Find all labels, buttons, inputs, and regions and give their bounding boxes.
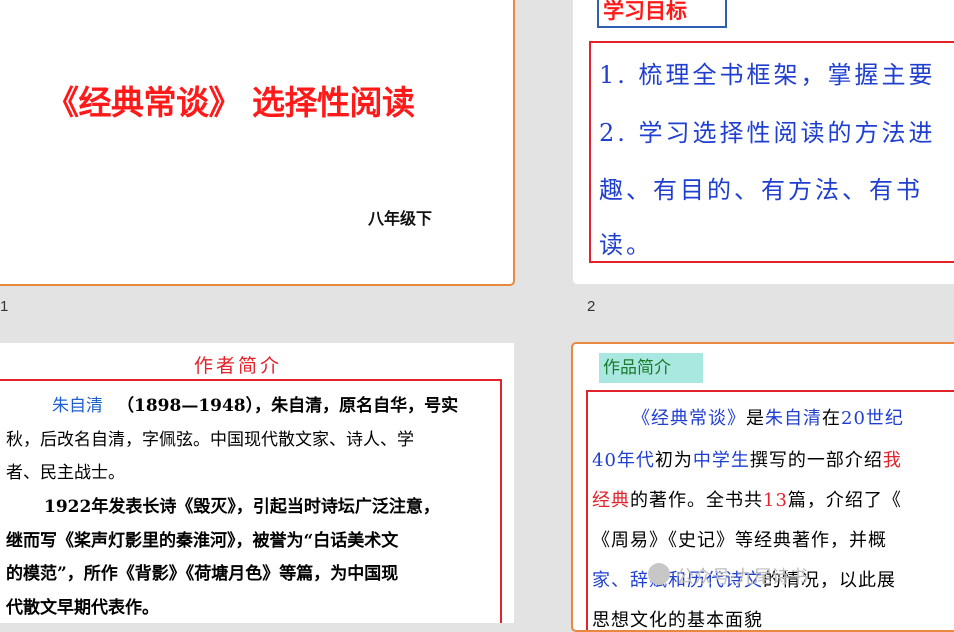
text: 经典 — [592, 490, 630, 511]
work-line: 思想文化的基本面貌 — [592, 610, 763, 631]
work-line: 40年代初为中学生撰写的一部介绍我 — [592, 446, 902, 472]
slide-title: 《经典常谈》 选择性阅读 — [46, 83, 415, 122]
text: 在 — [822, 408, 841, 429]
era: 40年代 — [592, 450, 655, 471]
author-name: 朱自清 — [765, 408, 822, 429]
book-title: 《经典常谈》 — [632, 408, 746, 429]
slide-thumbnail-3[interactable]: 作者简介 朱自清 （1898—1948），朱自清，原名自华，号实 秋，后改名自清，… — [0, 343, 514, 623]
work-line: 经典的著作。全书共13篇，介绍了《 — [592, 486, 902, 512]
objective-line: 1. 梳理全书框架，掌握主要 — [599, 61, 936, 89]
author-line: 代散文早期代表作。 — [6, 598, 159, 618]
author-heading: 作者简介 — [194, 355, 283, 377]
era: 20世纪 — [841, 408, 904, 429]
chapter-count: 13 — [763, 490, 788, 511]
objective-line: 趣、有目的、有方法、有书 — [599, 176, 923, 204]
author-line: 者、民主战士。 — [6, 463, 125, 483]
audience: 中学生 — [692, 450, 750, 471]
text: 初为 — [654, 450, 693, 471]
author-line: 继而写《桨声灯影里的秦淮河》，被誉为“白话美术文 — [6, 531, 399, 551]
author-name: 朱自清 — [52, 396, 103, 416]
text: 撰写的一部介绍 — [749, 450, 883, 471]
work-line: 《经典常谈》是朱自清在20世纪 — [592, 404, 904, 430]
objective-line: 2. 学习选择性阅读的方法进 — [599, 119, 936, 147]
slide-thumbnail-2[interactable]: 学习目标 1. 梳理全书框架，掌握主要 2. 学习选择性阅读的方法进 趣、有目的… — [573, 0, 954, 284]
text: 的著作。全书共 — [630, 490, 763, 511]
work-intro-box: 《经典常谈》是朱自清在20世纪 40年代初为中学生撰写的一部介绍我 经典的著作。… — [586, 390, 954, 631]
text: 是 — [746, 408, 765, 429]
text: 篇，介绍了《 — [787, 490, 902, 511]
text: 我 — [882, 450, 902, 471]
author-text: （1898—1948），朱自清，原名自华，号实 — [117, 396, 459, 416]
watermark: 公众号·九尾诗书 — [676, 567, 808, 588]
slide-number-1: 1 — [0, 298, 9, 315]
slide-thumbnail-1[interactable]: 《经典常谈》 选择性阅读 八年级下 — [0, 0, 515, 286]
objectives-box: 1. 梳理全书框架，掌握主要 2. 学习选择性阅读的方法进 趣、有目的、有方法、… — [589, 41, 954, 263]
slide-subtitle: 八年级下 — [368, 209, 433, 228]
slide-number-2: 2 — [587, 298, 596, 315]
author-line: 的模范”，所作《背影》《荷塘月色》等篇，为中国现 — [6, 564, 399, 584]
work-line: 《周易》《史记》等经典著作，并概 — [592, 530, 887, 551]
author-line: 1922年发表长诗《毁灭》，引起当时诗坛广泛注意， — [44, 497, 440, 517]
objective-line: 读。 — [599, 231, 653, 259]
watermark-icon — [648, 563, 670, 585]
author-line: 朱自清 （1898—1948），朱自清，原名自华，号实 — [6, 391, 500, 416]
author-line: 秋，后改名自清，字佩弦。中国现代散文家、诗人、学 — [6, 430, 414, 450]
author-box: 朱自清 （1898—1948），朱自清，原名自华，号实 秋，后改名自清，字佩弦。中… — [0, 379, 502, 623]
objectives-tag: 学习目标 — [597, 0, 727, 28]
work-intro-tag: 作品简介 — [599, 353, 703, 383]
